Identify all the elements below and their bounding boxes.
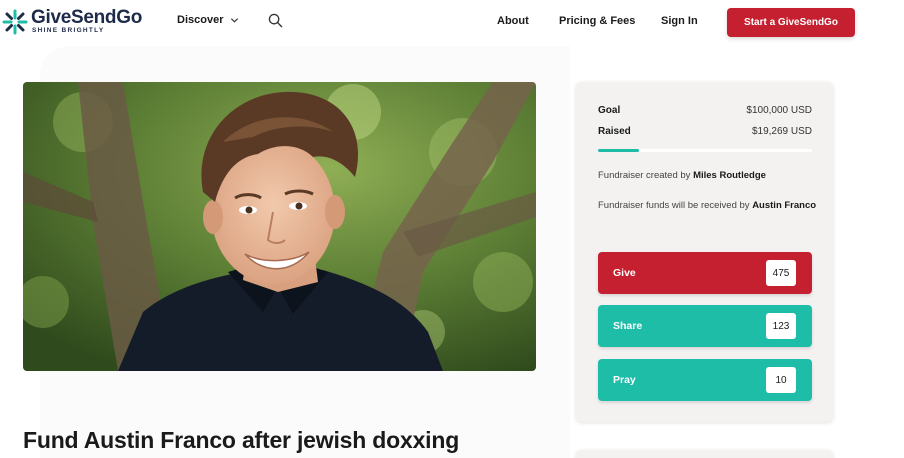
logo-tagline: SHINE BRIGHTLY — [32, 27, 105, 34]
campaign-photo — [23, 82, 536, 371]
raised-label: Raised — [598, 126, 631, 137]
discover-menu[interactable]: Discover — [177, 14, 239, 26]
nav-pricing-fees[interactable]: Pricing & Fees — [559, 15, 635, 27]
goal-label: Goal — [598, 105, 621, 116]
discover-label: Discover — [177, 14, 224, 26]
share-button[interactable]: Share 123 — [598, 305, 812, 347]
pray-button[interactable]: Pray 10 — [598, 359, 812, 401]
give-count: 475 — [766, 260, 796, 286]
progress-bar — [598, 149, 812, 152]
goal-row: Goal $100,000 USD — [598, 105, 812, 116]
start-givesendgo-button[interactable]: Start a GiveSendGo — [727, 8, 855, 37]
share-label: Share — [613, 320, 643, 332]
created-by: Fundraiser created by Miles Routledge — [598, 168, 818, 184]
sparkle-logo-icon — [2, 9, 28, 34]
progress-fill — [598, 149, 640, 152]
logo-name: GiveSendGo — [31, 7, 143, 28]
received-by: Fundraiser funds will be received by Aus… — [598, 198, 818, 214]
creator-name[interactable]: Miles Routledge — [693, 170, 766, 181]
chevron-down-icon — [231, 17, 239, 23]
nav-sign-in[interactable]: Sign In — [661, 15, 698, 27]
raised-row: Raised $19,269 USD — [598, 126, 812, 137]
secondary-sidebar-card — [576, 450, 833, 458]
give-label: Give — [613, 267, 636, 279]
nav-about[interactable]: About — [497, 15, 529, 27]
site-header: GiveSendGo SHINE BRIGHTLY Discover About… — [0, 0, 904, 46]
pray-count: 10 — [766, 367, 796, 393]
receiver-prefix: Fundraiser funds will be received by — [598, 200, 750, 211]
campaign-title: Fund Austin Franco after jewish doxxing — [23, 427, 460, 453]
created-prefix: Fundraiser created by — [598, 170, 691, 181]
share-count: 123 — [766, 313, 796, 339]
goal-value: $100,000 USD — [746, 105, 812, 116]
search-icon[interactable] — [268, 13, 283, 28]
give-button[interactable]: Give 475 — [598, 252, 812, 294]
donation-sidebar: Goal $100,000 USD Raised $19,269 USD Fun… — [576, 82, 833, 422]
receiver-name[interactable]: Austin Franco — [752, 200, 816, 211]
campaign-photo-illustration — [23, 82, 536, 371]
raised-value: $19,269 USD — [751, 126, 812, 137]
logo[interactable]: GiveSendGo SHINE BRIGHTLY — [2, 8, 142, 35]
pray-label: Pray — [613, 374, 636, 386]
